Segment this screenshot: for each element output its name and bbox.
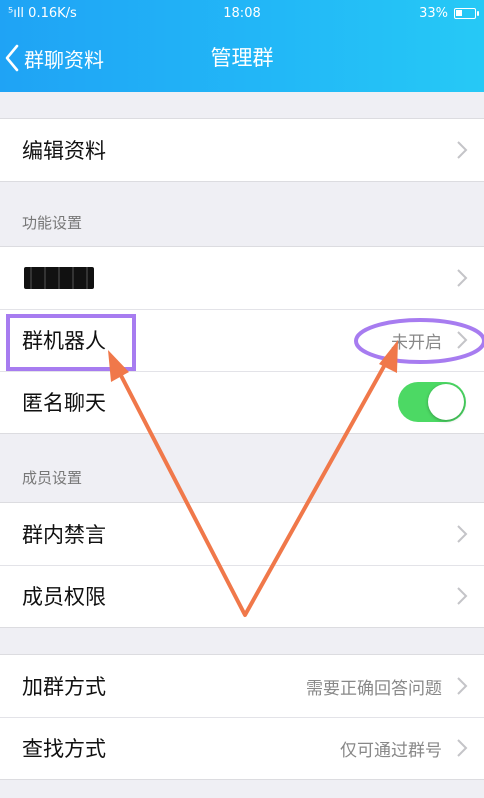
- chevron-right-icon: [457, 587, 468, 605]
- member-settings-group: 群内禁言 成员权限: [0, 502, 484, 628]
- join-method-value: 需要正确回答问题: [306, 678, 442, 699]
- redacted-setting-row[interactable]: [0, 247, 484, 309]
- group-mute-row[interactable]: 群内禁言: [0, 503, 484, 565]
- member-permission-row[interactable]: 成员权限: [0, 565, 484, 627]
- battery-icon: [454, 8, 479, 19]
- edit-profile-row[interactable]: 编辑资料: [0, 119, 484, 181]
- join-method-label: 加群方式: [22, 675, 106, 699]
- section-header-member: 成员设置: [22, 469, 83, 487]
- group-mute-label: 群内禁言: [22, 523, 106, 547]
- chevron-right-icon: [457, 269, 468, 287]
- join-settings-group: 加群方式 需要正确回答问题 查找方式 仅可通过群号: [0, 654, 484, 780]
- chevron-right-icon: [457, 739, 468, 757]
- battery-fill: [456, 10, 462, 16]
- battery-percent: 33%: [419, 6, 448, 21]
- status-bar: ⁵ıll 0.16K/s 18:08 33%: [0, 0, 484, 26]
- back-button[interactable]: 群聊资料: [4, 40, 104, 76]
- anonymous-chat-row: 匿名聊天: [0, 371, 484, 433]
- join-method-row[interactable]: 加群方式 需要正确回答问题: [0, 655, 484, 717]
- search-method-value: 仅可通过群号: [340, 740, 442, 761]
- search-method-label: 查找方式: [22, 737, 106, 761]
- anonymous-chat-toggle[interactable]: [398, 382, 466, 422]
- member-permission-label: 成员权限: [22, 585, 106, 609]
- search-method-row[interactable]: 查找方式 仅可通过群号: [0, 717, 484, 779]
- back-label: 群聊资料: [24, 47, 104, 72]
- edit-group: 编辑资料: [0, 118, 484, 182]
- chevron-right-icon: [457, 525, 468, 543]
- status-time: 18:08: [223, 6, 261, 21]
- chevron-right-icon: [457, 141, 468, 159]
- toggle-knob: [428, 384, 464, 420]
- anonymous-chat-label: 匿名聊天: [22, 391, 106, 415]
- chevron-right-icon: [457, 331, 468, 349]
- function-settings-group: 群机器人 未开启 匿名聊天: [0, 246, 484, 434]
- group-robot-row[interactable]: 群机器人 未开启: [0, 309, 484, 371]
- redacted-label: [24, 267, 94, 289]
- edit-profile-label: 编辑资料: [22, 139, 106, 163]
- chevron-left-icon: [5, 44, 19, 72]
- group-robot-status: 未开启: [391, 332, 442, 353]
- group-robot-label: 群机器人: [22, 329, 106, 353]
- battery-status: 33%: [419, 6, 479, 21]
- section-header-function: 功能设置: [22, 214, 83, 232]
- chevron-right-icon: [457, 677, 468, 695]
- header-bar: ⁵ıll 0.16K/s 18:08 33% 群聊资料 管理群: [0, 0, 484, 92]
